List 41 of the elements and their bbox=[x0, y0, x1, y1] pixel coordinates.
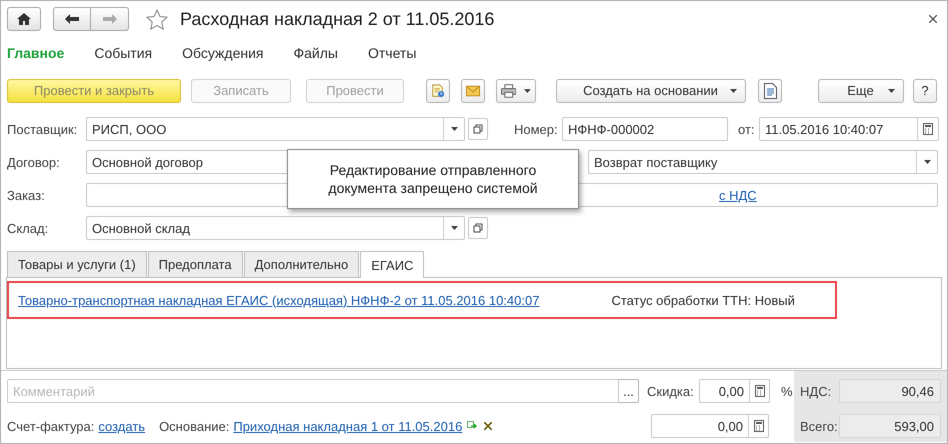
field-label: Поставщик: bbox=[7, 122, 78, 136]
field-label: Заказ: bbox=[7, 188, 46, 202]
warehouse-field[interactable]: Основной склад bbox=[86, 216, 465, 240]
operation-field[interactable]: Возврат поставщику bbox=[588, 150, 938, 174]
section-tab[interactable]: Обсуждения bbox=[182, 45, 264, 61]
menu-button[interactable]: Еще bbox=[818, 78, 904, 102]
create-link[interactable]: создать bbox=[98, 418, 146, 434]
total-label: НДС: bbox=[800, 384, 832, 398]
vat-link[interactable]: с НДС bbox=[719, 188, 757, 202]
field-label: Номер: bbox=[514, 122, 559, 136]
menu-button[interactable]: Создать на основании bbox=[556, 78, 746, 102]
document-tab[interactable]: Товары и услуги (1) bbox=[7, 251, 147, 277]
amount-field[interactable]: 0,00 bbox=[651, 414, 769, 438]
document-tab[interactable]: Дополнительно bbox=[244, 251, 360, 277]
field-label: Скидка: bbox=[647, 384, 695, 398]
total-label: Всего: bbox=[800, 418, 838, 434]
window-title: Расходная накладная 2 от 11.05.2016 bbox=[180, 8, 494, 30]
document-tab[interactable]: ЕГАИС bbox=[360, 251, 424, 278]
status-text: Статус обработки ТТН: Новый bbox=[611, 292, 795, 308]
section-tab[interactable]: Файлы bbox=[294, 45, 338, 61]
select-button[interactable]: ... bbox=[619, 379, 639, 403]
section-tab[interactable]: События bbox=[94, 45, 152, 61]
date-field[interactable]: 11.05.2016 10:40:07 bbox=[759, 117, 939, 141]
discount-field[interactable]: 0,00 bbox=[699, 379, 770, 403]
comment-field[interactable]: Комментарий bbox=[7, 379, 619, 403]
basis-link[interactable]: Приходная накладная 1 от 11.05.2016 bbox=[233, 418, 462, 434]
number-field[interactable]: НФНФ-000002 bbox=[562, 117, 728, 141]
percent-label: % bbox=[781, 384, 793, 398]
field-label: от: bbox=[738, 122, 756, 136]
ttn-link[interactable]: Товарно-транспортная накладная ЕГАИС (исходящая) НФНФ-2 от 11.05.2016 10:40:07 bbox=[18, 292, 540, 308]
total-field: 90,46 bbox=[839, 379, 941, 403]
document-tab[interactable]: Предоплата bbox=[148, 251, 243, 277]
field-label: Договор: bbox=[7, 154, 61, 170]
field-label: Счет-фактура: bbox=[7, 418, 94, 434]
supplier-field[interactable]: РИСП, ООО bbox=[86, 117, 465, 141]
help-button[interactable]: ? bbox=[913, 78, 937, 102]
total-field: 593,00 bbox=[839, 414, 941, 438]
field-label: Склад: bbox=[7, 220, 50, 236]
section-tab[interactable]: Отчеты bbox=[368, 45, 416, 61]
field-label: Основание: bbox=[159, 418, 230, 434]
tooltip: Редактирование отправленного документа запрещено системой bbox=[287, 149, 579, 209]
